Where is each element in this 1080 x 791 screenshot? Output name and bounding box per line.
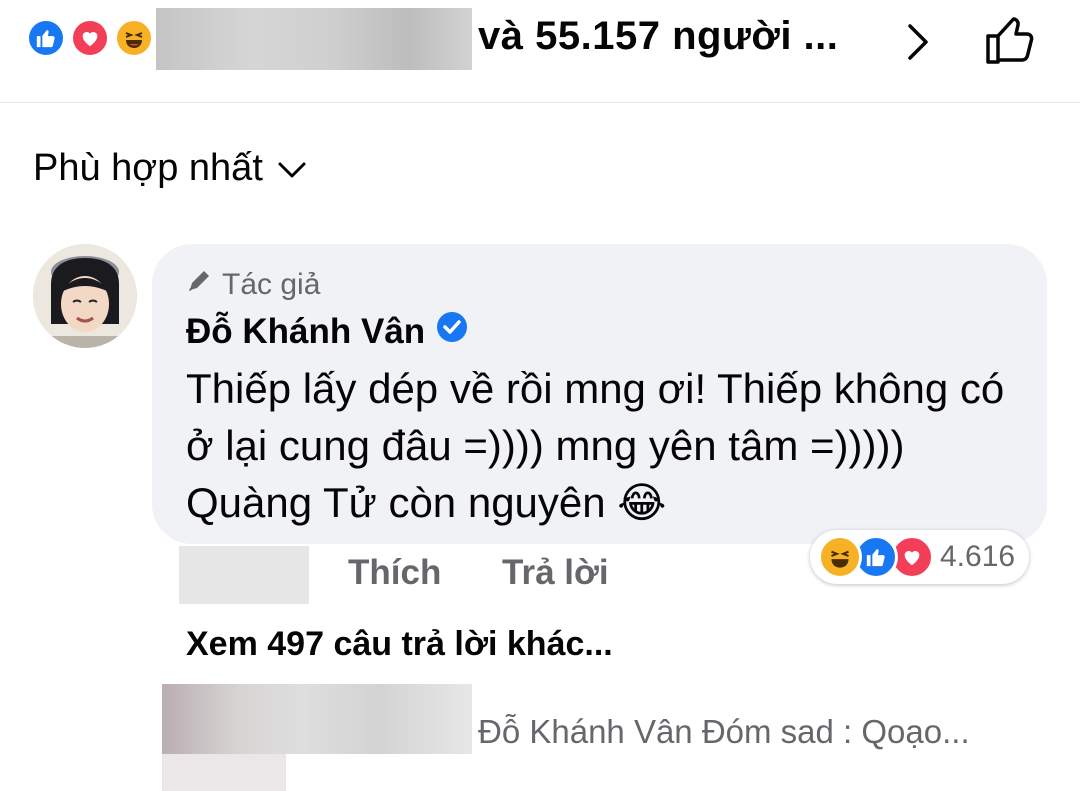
blurred-names <box>156 8 472 70</box>
haha-reaction-icon <box>114 18 154 58</box>
reactions-summary-bar[interactable]: và 55.157 người ... <box>0 0 1080 103</box>
like-comment-button[interactable]: Thích <box>348 553 441 593</box>
reaction-count: 4.616 <box>940 540 1016 573</box>
view-more-replies-link[interactable]: Xem 497 câu trả lời khác... <box>186 625 613 664</box>
author-badge: Tác giả <box>186 268 320 302</box>
author-badge-label: Tác giả <box>222 268 321 301</box>
blurred-timestamp <box>179 546 309 604</box>
comment-sort-dropdown[interactable]: Phù hợp nhất <box>33 147 307 190</box>
comment-text: Thiếp lấy dép về rồi mng ơi! Thiếp không… <box>186 365 1005 526</box>
author-name-text[interactable]: Đỗ Khánh Vân <box>186 312 425 352</box>
verified-badge-icon <box>435 310 469 353</box>
pencil-icon <box>186 268 212 302</box>
reactions-summary-text[interactable]: và 55.157 người ... <box>478 14 838 59</box>
like-button-icon[interactable] <box>984 14 1038 66</box>
blurred-reply-avatar <box>162 684 472 754</box>
comment-author[interactable]: Đỗ Khánh Vân <box>186 310 469 353</box>
chevron-right-icon[interactable] <box>900 22 936 62</box>
blurred-reply-avatar-lower <box>162 754 286 791</box>
chevron-down-icon <box>277 147 307 190</box>
comment-reactions[interactable]: 4.616 <box>810 530 1030 584</box>
love-reaction-icon <box>70 18 110 58</box>
like-reaction-icon <box>26 18 66 58</box>
reply-preview-text[interactable]: Đỗ Khánh Vân Đóm sad : Qoạo... <box>478 713 970 751</box>
reply-button[interactable]: Trả lời <box>502 553 609 593</box>
author-avatar[interactable] <box>33 244 137 348</box>
sort-label: Phù hợp nhất <box>33 147 263 189</box>
haha-reaction-icon <box>818 535 862 579</box>
